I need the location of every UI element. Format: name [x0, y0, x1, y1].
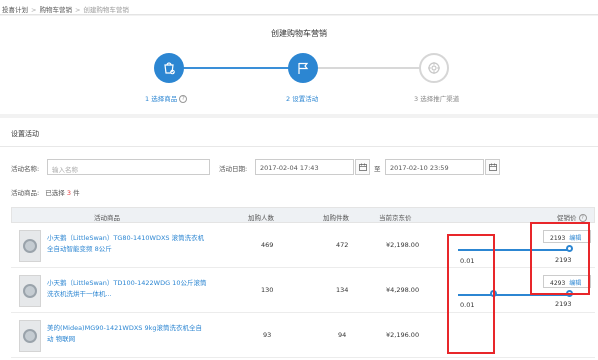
step-1-circle [154, 53, 184, 83]
activity-name-input[interactable]: 输入名称 [47, 159, 210, 175]
washer-door-icon [23, 329, 37, 343]
jd-price: ¥4,298.00 [386, 286, 420, 294]
calendar-icon [488, 163, 497, 171]
buyers-count: 130 [261, 286, 274, 294]
date-range-separator: 至 [374, 165, 381, 173]
header-pieces: 加购件数 [323, 214, 349, 222]
breadcrumb-item-cart-marketing[interactable]: 购物车营销 [39, 6, 72, 14]
pieces-count: 134 [336, 286, 349, 294]
activity-items-label-text: 活动商品: [11, 189, 40, 197]
step-3-label: 3 选择推广渠道 [414, 95, 460, 103]
step-1-label: 1 选择商品? [145, 93, 188, 103]
step-3-circle [419, 53, 449, 83]
activity-settings-panel: 设置活动 活动名称: 输入名称 活动日期: 2017-02-04 17:43 至… [0, 118, 598, 360]
washer-door-icon [23, 239, 37, 253]
channel-icon [428, 62, 440, 74]
header-jd-price: 当前京东价 [379, 214, 412, 222]
breadcrumb: 投喜计划 > 购物车营销 > 创建购物车营销 [0, 0, 598, 15]
selected-count: 3 [66, 189, 71, 197]
help-icon[interactable]: ? [179, 95, 188, 103]
divider [0, 146, 598, 147]
selected-prefix: 已选择 [45, 189, 65, 197]
header-promo-price-text: 促销价 [557, 214, 577, 222]
flag-icon [298, 62, 309, 74]
header-product: 活动商品 [94, 214, 120, 222]
start-calendar-button[interactable] [355, 159, 370, 175]
table-row: 美的(Midea)MG90-1421WDXS 9kg滚筒洗衣机全自动 物联网 9… [11, 314, 595, 358]
calendar-icon [358, 163, 367, 171]
page-title: 创建购物车营销 [271, 29, 327, 38]
activity-items-label: 活动商品: 已选择 3 件 [11, 187, 80, 197]
product-image[interactable] [19, 320, 41, 352]
end-date-input[interactable]: 2017-02-10 23:59 [385, 159, 484, 175]
table-header: 活动商品 加购人数 加购件数 当前京东价 促销价? [11, 207, 595, 223]
breadcrumb-separator: > [31, 6, 37, 14]
highlight-box-promo-price [530, 222, 590, 295]
table-row: 小天鹅（LittleSwan）TG80-1410WDXS 滚筒洗衣机 全自动智能… [11, 224, 595, 268]
help-icon[interactable]: ? [578, 214, 587, 222]
table-row: 小天鹅（LittleSwan）TD100-1422WDG 10公斤滚筒洗衣机洗烘… [11, 269, 595, 313]
breadcrumb-separator: > [74, 6, 81, 14]
buyers-count: 469 [261, 241, 274, 249]
breadcrumb-current: 创建购物车营销 [83, 6, 129, 14]
buyers-count: 93 [263, 331, 272, 339]
slider-max-value: 2193 [555, 300, 572, 308]
cart-icon [164, 62, 175, 75]
jd-price: ¥2,198.00 [386, 241, 420, 249]
highlight-box-min-price [447, 234, 495, 354]
product-name-link[interactable]: 小天鹅（LittleSwan）TD100-1422WDG 10公斤滚筒洗衣机洗烘… [47, 278, 207, 300]
header-promo-price: 促销价? [557, 212, 587, 222]
pieces-count: 472 [336, 241, 349, 249]
header-buyers: 加购人数 [248, 214, 274, 222]
step-progress: 创建购物车营销 1 选择商品? 2 设置活动 3 选择推广渠道 [0, 16, 598, 114]
breadcrumb-item-plan[interactable]: 投喜计划 [2, 6, 28, 14]
selected-suffix: 件 [73, 189, 80, 197]
step-2-circle [288, 53, 318, 83]
jd-price: ¥2,196.00 [386, 331, 420, 339]
washer-door-icon [23, 284, 37, 298]
step-2-label: 2 设置活动 [286, 95, 319, 103]
start-date-input[interactable]: 2017-02-04 17:43 [255, 159, 354, 175]
product-image[interactable] [19, 275, 41, 307]
product-name-link[interactable]: 小天鹅（LittleSwan）TG80-1410WDXS 滚筒洗衣机 全自动智能… [47, 233, 207, 255]
step-1-text: 1 选择商品 [145, 95, 178, 103]
section-title: 设置活动 [11, 130, 39, 138]
activity-name-label: 活动名称: [11, 165, 40, 173]
end-calendar-button[interactable] [485, 159, 500, 175]
step-connector [305, 67, 432, 69]
product-image[interactable] [19, 230, 41, 262]
activity-date-label: 活动日期: [219, 165, 248, 173]
step-connector [171, 67, 305, 69]
product-name-link[interactable]: 美的(Midea)MG90-1421WDXS 9kg滚筒洗衣机全自动 物联网 [47, 323, 207, 345]
pieces-count: 94 [338, 331, 347, 339]
